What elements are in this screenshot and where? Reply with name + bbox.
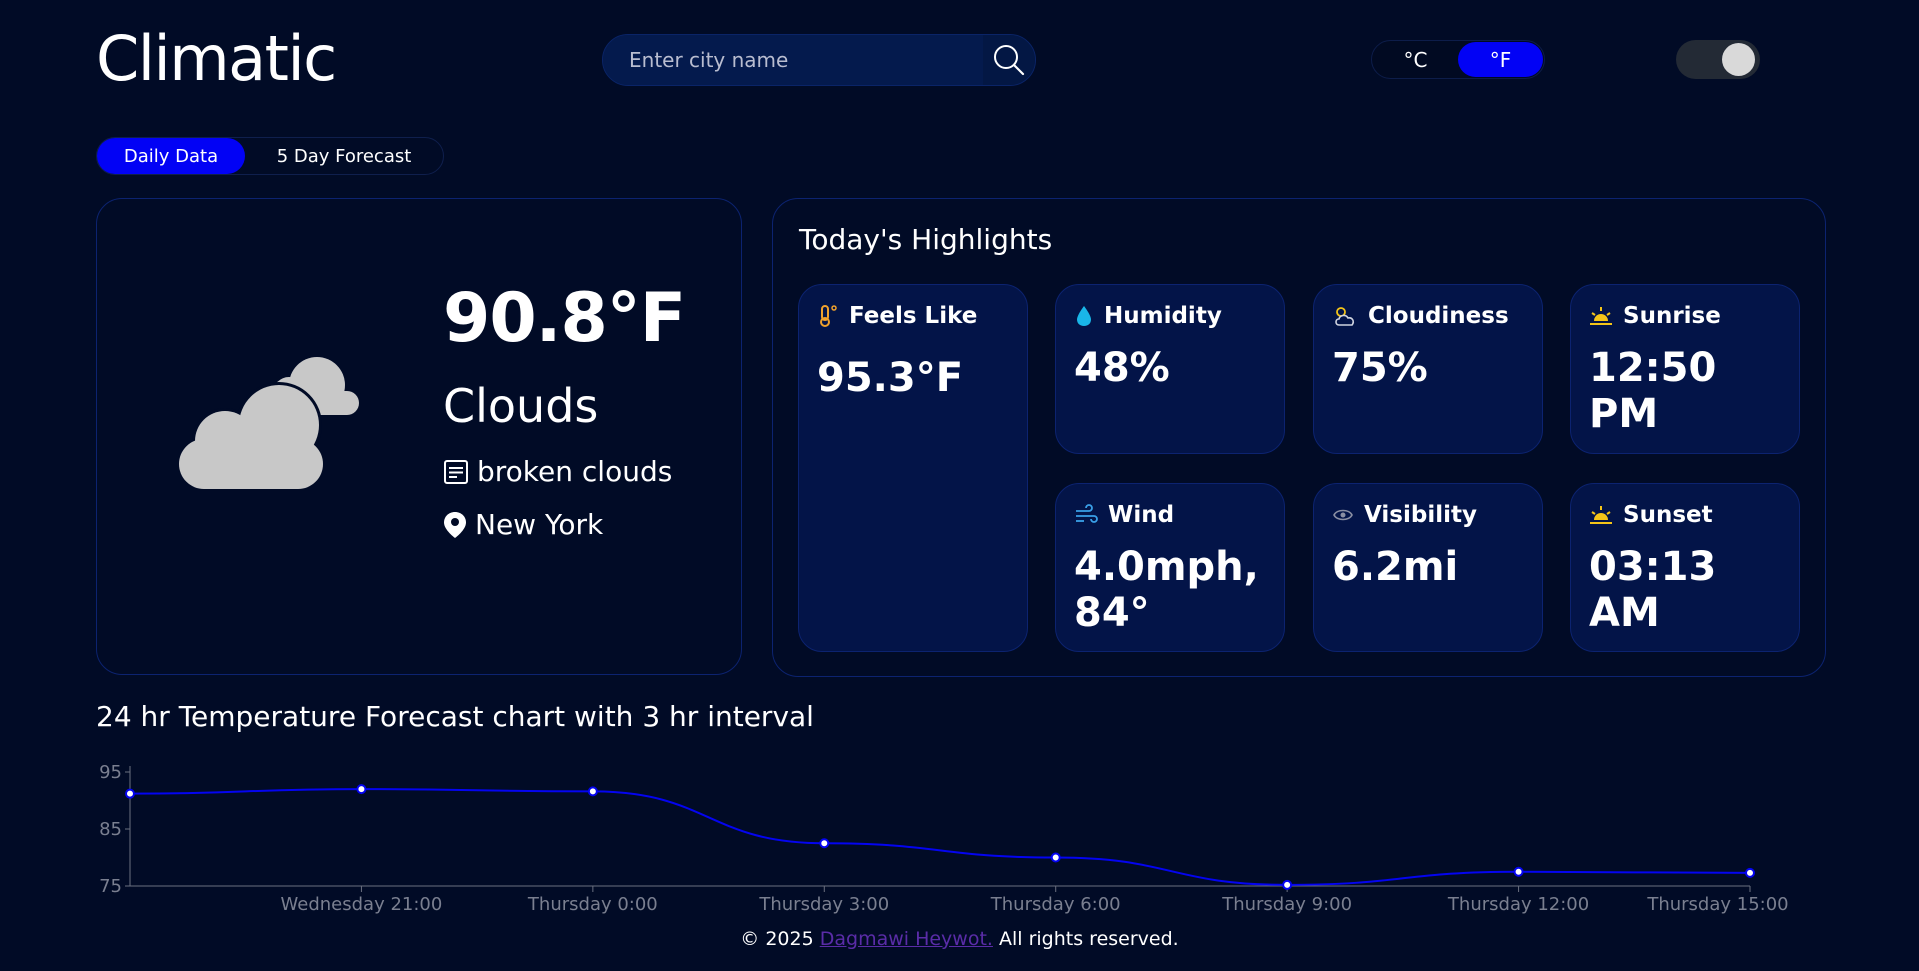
partly-cloudy-icon [1335,307,1355,326]
temperature-line [129,788,1751,886]
x-tick-label: Thursday 0:00 [527,894,658,915]
x-tick-label: Thursday 12:00 [1447,894,1589,915]
data-point [356,784,367,795]
data-point [587,786,598,797]
wind-label: Wind [1108,502,1175,528]
thermometer-icon [820,305,837,327]
cloudiness-value: 75% [1332,345,1428,391]
footer-copyright: © 2025 [740,928,820,950]
data-point [1513,866,1524,877]
x-tick-label: Thursday 3:00 [758,894,889,915]
feels-like-label: Feels Like [849,303,978,329]
x-tick-label: Thursday 9:00 [1221,894,1352,915]
sunrise-label: Sunrise [1623,303,1721,329]
current-weather-card: 90.8°F Clouds broken clouds New York [96,198,742,675]
visibility-tile: Visibility 6.2mi [1313,483,1543,652]
description-row: broken clouds [443,455,672,488]
x-tick-label: Wednesday 21:00 [281,894,443,915]
sunrise-value: 12:50 PM [1589,345,1717,437]
app-title: Climatic [96,22,337,95]
sunrise-tile: Sunrise 12:50 PM [1570,284,1800,454]
footer: © 2025 Dagmawi Heywot. All rights reserv… [0,928,1919,950]
current-temperature: 90.8°F [443,279,686,358]
tab-daily-data[interactable]: Daily Data [97,138,245,174]
weather-description: broken clouds [477,455,673,488]
data-point [1282,879,1293,890]
humidity-tile: Humidity 48% [1055,284,1285,454]
data-point [1050,852,1061,863]
search-bar [602,34,1036,86]
wind-tile: Wind 4.0mph, 84° [1055,483,1285,652]
droplet-icon [1077,306,1091,326]
current-condition: Clouds [443,379,599,433]
sunset-tile: Sunset 03:13 AM [1570,483,1800,652]
sunset-value: 03:13 AM [1589,544,1717,636]
theme-toggle-knob [1722,43,1755,76]
search-button[interactable] [983,35,1035,85]
note-icon [444,459,468,484]
theme-toggle[interactable] [1676,40,1760,79]
y-tick-label: 95 [99,762,122,783]
visibility-label: Visibility [1364,502,1477,528]
wind-icon [1076,504,1098,523]
sunset-icon [1590,506,1612,524]
data-point [1745,867,1755,878]
humidity-value: 48% [1074,345,1170,391]
humidity-label: Humidity [1104,303,1222,329]
chart-title: 24 hr Temperature Forecast chart with 3 … [96,700,814,733]
footer-rights: All rights reserved. [992,928,1179,950]
view-tabs: Daily Data 5 Day Forecast [96,137,444,175]
data-point [125,788,135,799]
feels-like-tile: Feels Like 95.3°F [798,284,1028,652]
cloud-icon [179,357,359,489]
highlights-card: Today's Highlights Feels Like 95.3°F Hum… [772,198,1826,677]
y-tick-label: 75 [99,876,122,897]
fahrenheit-button[interactable]: °F [1458,42,1543,77]
location-row: New York [443,508,603,541]
search-input[interactable] [603,35,983,85]
highlights-title: Today's Highlights [799,223,1053,256]
cloudiness-label: Cloudiness [1368,303,1509,329]
y-tick-label: 85 [99,819,122,840]
author-link[interactable]: Dagmawi Heywot. [820,928,993,950]
x-tick-label: Thursday 6:00 [990,894,1121,915]
temperature-chart: 75 85 95 Wednesday 21:00 Thursday 0:00 Thursd… [99,762,1789,915]
x-tick-label: Thursday 15:00 [1646,894,1788,915]
visibility-value: 6.2mi [1332,544,1459,590]
sunset-label: Sunset [1623,502,1713,528]
wind-value: 4.0mph, 84° [1074,544,1259,636]
location-name: New York [475,508,604,541]
location-pin-icon [444,511,466,538]
tab-5-day-forecast[interactable]: 5 Day Forecast [245,138,443,174]
feels-like-value: 95.3°F [817,355,964,401]
cloudiness-tile: Cloudiness 75% [1313,284,1543,454]
sunrise-icon [1590,307,1612,325]
data-point [819,838,830,849]
celsius-button[interactable]: °C [1373,42,1458,77]
search-icon [994,45,1025,76]
unit-toggle: °C °F [1371,40,1545,79]
eye-icon [1333,509,1353,521]
